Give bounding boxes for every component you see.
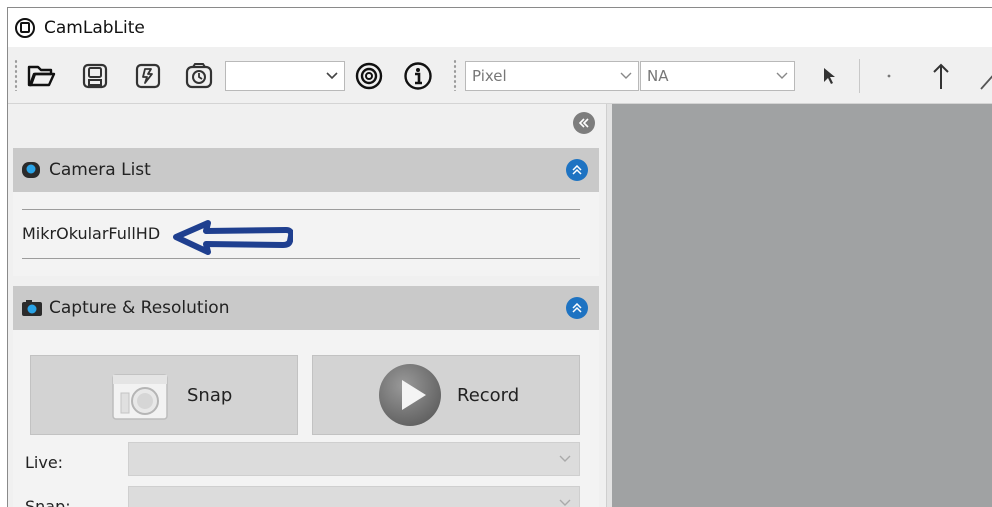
- camera-item-label: MikrOkularFullHD: [22, 224, 161, 243]
- camera-list-title: Camera List: [49, 160, 151, 180]
- camera-list-icon: [21, 161, 41, 179]
- info-icon[interactable]: [403, 61, 433, 91]
- snap-camera-icon: [109, 367, 171, 423]
- app-logo-icon: [15, 17, 35, 38]
- camera-list-header[interactable]: Camera List: [13, 148, 599, 192]
- pointer-arrow-icon[interactable]: [814, 61, 844, 91]
- settings-gear-icon[interactable]: [354, 61, 384, 91]
- angle-tool-icon[interactable]: [974, 61, 992, 91]
- record-button[interactable]: Record: [312, 355, 580, 435]
- chevron-down-icon: [614, 62, 638, 90]
- main-toolbar: Pixel NA: [8, 47, 992, 104]
- collapse-panel-icon[interactable]: [573, 112, 595, 134]
- unit-select-value: Pixel: [472, 67, 507, 85]
- live-resolution-select[interactable]: [128, 442, 580, 476]
- collapse-section-icon[interactable]: [566, 297, 588, 319]
- toolbar-grip[interactable]: [14, 59, 18, 91]
- camera-list-item[interactable]: MikrOkularFullHD: [22, 224, 160, 243]
- save-icon[interactable]: [80, 61, 110, 91]
- image-viewer[interactable]: [612, 104, 992, 507]
- unit-select[interactable]: Pixel: [465, 61, 639, 91]
- resolution-select[interactable]: [225, 61, 345, 91]
- app-window: CamLabLite Pixel NA Camera List MikrOkul…: [7, 7, 992, 507]
- snap-resolution-select[interactable]: [128, 486, 580, 507]
- snap-button[interactable]: Snap: [30, 355, 298, 435]
- divider: [22, 209, 580, 210]
- open-folder-icon[interactable]: [26, 61, 56, 91]
- save-snapshot-icon[interactable]: [133, 61, 163, 91]
- capture-resolution-header[interactable]: Capture & Resolution: [13, 286, 599, 330]
- toolbar-grip-2[interactable]: [453, 59, 457, 91]
- snap-label: Snap: [187, 384, 233, 406]
- live-label: Live:: [25, 453, 64, 472]
- capture-resolution-title: Capture & Resolution: [49, 298, 230, 318]
- point-tool-icon[interactable]: [874, 61, 904, 91]
- camera-icon: [21, 299, 42, 317]
- na-select[interactable]: NA: [640, 61, 795, 91]
- chevron-down-icon: [557, 495, 573, 507]
- record-label: Record: [457, 384, 520, 406]
- chevron-down-icon: [320, 62, 344, 90]
- annotation-arrow-icon: [173, 220, 293, 255]
- snap-field-label: Snap:: [25, 497, 71, 507]
- toolbar-separator: [859, 59, 860, 93]
- chevron-down-icon: [770, 62, 794, 90]
- title-bar: CamLabLite: [8, 8, 992, 47]
- chevron-down-icon: [557, 451, 573, 467]
- collapse-section-icon[interactable]: [566, 159, 588, 181]
- arrow-up-line-icon[interactable]: [926, 61, 956, 91]
- timer-capture-icon[interactable]: [184, 61, 214, 91]
- na-select-value: NA: [647, 67, 669, 85]
- play-record-icon: [377, 362, 443, 428]
- window-title: CamLabLite: [44, 17, 145, 38]
- divider: [22, 258, 580, 259]
